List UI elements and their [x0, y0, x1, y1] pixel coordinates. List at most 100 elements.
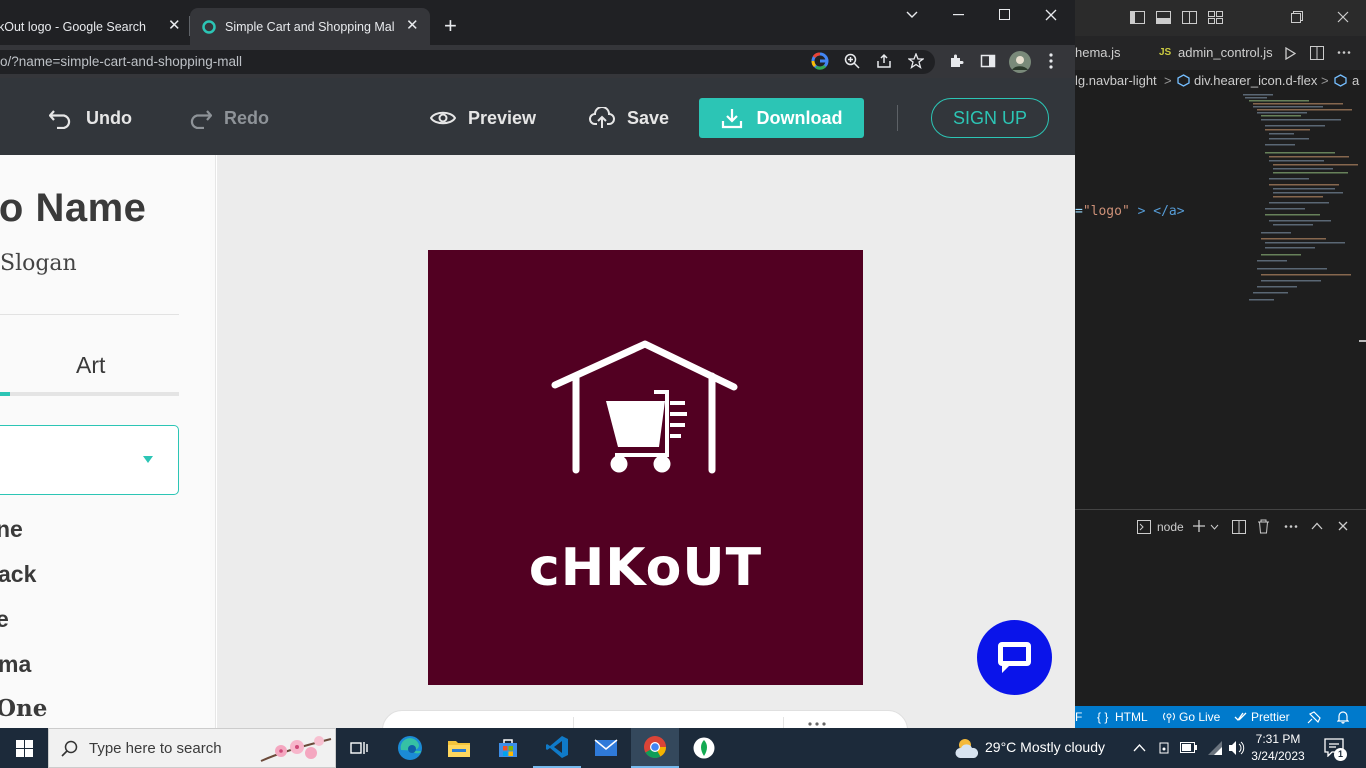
weather-cloud-icon[interactable]	[954, 736, 980, 760]
more-actions-icon[interactable]	[1284, 525, 1298, 528]
chevron-down-icon[interactable]	[1210, 524, 1219, 530]
close-icon[interactable]	[1337, 11, 1349, 23]
scrollbar-thumb[interactable]	[1359, 340, 1366, 342]
new-terminal-icon[interactable]	[1192, 519, 1206, 533]
vscode-window: hema.js JS admin_control.js lg.navbar-li…	[1075, 0, 1366, 728]
tab-search-icon[interactable]	[906, 10, 918, 20]
font-option[interactable]: ack	[0, 561, 36, 588]
system-clock[interactable]: 7:31 PM 3/24/2023	[1250, 731, 1306, 765]
download-button[interactable]: Download	[699, 98, 864, 138]
bell-icon[interactable]	[1337, 711, 1349, 724]
signup-button[interactable]: SIGN UP	[931, 98, 1049, 138]
go-live-button[interactable]: Go Live	[1179, 706, 1220, 728]
toggle-panel-icon[interactable]	[1156, 11, 1171, 24]
chat-button[interactable]	[977, 620, 1052, 695]
font-option[interactable]: ne	[0, 516, 23, 543]
code-string: "logo"	[1082, 204, 1130, 219]
split-terminal-icon[interactable]	[1232, 520, 1246, 534]
start-button[interactable]	[0, 728, 48, 768]
task-view-icon[interactable]	[336, 728, 384, 768]
slogan-preview[interactable]: Slogan	[0, 251, 77, 276]
new-tab-button[interactable]: +	[444, 15, 457, 37]
store-icon[interactable]	[484, 728, 532, 768]
preview-button[interactable]: Preview	[430, 100, 536, 136]
run-icon[interactable]	[1285, 47, 1296, 60]
undo-button[interactable]: Undo	[49, 100, 132, 136]
trash-icon[interactable]	[1257, 519, 1270, 534]
code-close: > </a>	[1137, 204, 1185, 219]
tab-art[interactable]: Art	[76, 352, 105, 379]
close-icon[interactable]	[1045, 9, 1057, 21]
terminal-label[interactable]: node	[1157, 520, 1184, 534]
editor-toolbar	[0, 78, 1075, 155]
logo-name-preview[interactable]: go Name	[0, 186, 146, 231]
zoom-icon[interactable]	[844, 53, 860, 69]
more-actions-icon[interactable]	[1337, 51, 1351, 54]
google-lens-icon[interactable]	[811, 52, 829, 70]
wifi-icon[interactable]	[1206, 739, 1222, 755]
taskbar-search-box[interactable]: Type here to search	[48, 728, 336, 768]
canvas-bottom-bar[interactable]	[382, 710, 908, 728]
bookmark-star-icon[interactable]	[908, 53, 924, 69]
editor-tab[interactable]: hema.js	[1075, 36, 1121, 70]
editor-tab[interactable]: admin_control.js	[1178, 36, 1273, 70]
panel-divider	[0, 314, 179, 315]
address-bar-row: o/?name=simple-cart-and-shopping-mall	[0, 45, 1075, 78]
tab-title: Simple Cart and Shopping Mall L	[225, 19, 395, 34]
close-icon[interactable]	[1338, 521, 1348, 531]
split-editor-icon[interactable]	[1310, 46, 1324, 60]
eol-indicator[interactable]: F	[1075, 706, 1082, 728]
language-mode[interactable]: HTML	[1115, 706, 1148, 728]
tab-close-icon[interactable]: ✕	[168, 18, 181, 33]
font-option[interactable]: ma	[0, 651, 31, 678]
toggle-secondary-sidebar-icon[interactable]	[1182, 11, 1197, 24]
toggle-sidebar-icon[interactable]	[1130, 11, 1145, 24]
font-option[interactable]: One	[0, 695, 47, 722]
save-button[interactable]: Save	[589, 100, 669, 136]
prettier-status[interactable]: Prettier	[1251, 706, 1290, 728]
profile-avatar[interactable]	[1009, 51, 1031, 73]
broadcast-icon	[1163, 711, 1175, 723]
breadcrumb-item[interactable]: div.hearer_icon.d-flex	[1194, 70, 1317, 92]
tab-close-icon[interactable]: ✕	[406, 18, 419, 33]
meet-now-icon[interactable]	[1157, 740, 1171, 756]
maximize-icon[interactable]	[999, 9, 1010, 20]
minimize-icon[interactable]	[953, 14, 964, 16]
signup-label: SIGN UP	[952, 107, 1027, 128]
js-file-icon: JS	[1159, 47, 1172, 58]
chat-bubble-icon	[996, 639, 1033, 676]
font-option[interactable]: e	[0, 606, 9, 633]
side-panel-icon[interactable]	[980, 53, 996, 69]
mongodb-compass-icon[interactable]	[680, 728, 728, 768]
battery-icon[interactable]	[1180, 742, 1198, 753]
file-explorer-icon[interactable]	[435, 728, 483, 768]
caret-down-icon[interactable]	[143, 456, 153, 463]
terminal-panel: node	[1075, 509, 1366, 728]
tab-google-search[interactable]: kOut logo - Google Search	[0, 8, 190, 45]
more-menu-icon[interactable]	[1049, 53, 1053, 69]
extensions-icon[interactable]	[948, 53, 964, 69]
breadcrumb-item[interactable]: a	[1352, 70, 1359, 92]
more-dots-icon[interactable]	[808, 722, 826, 726]
bar-divider	[573, 717, 574, 728]
customize-layout-icon[interactable]	[1208, 11, 1223, 24]
restore-icon[interactable]	[1291, 11, 1303, 23]
chevron-up-icon[interactable]	[1311, 522, 1323, 530]
minimap[interactable]	[1235, 92, 1360, 307]
address-input[interactable]: o/?name=simple-cart-and-shopping-mall	[0, 50, 935, 74]
redo-button[interactable]: Redo	[187, 100, 269, 136]
weather-text[interactable]: 29°C Mostly cloudy	[985, 739, 1105, 755]
chevron-up-icon[interactable]	[1133, 743, 1146, 752]
feedback-icon[interactable]	[1307, 711, 1321, 724]
code-line[interactable]: ="logo" > </a>	[1075, 204, 1185, 219]
logo-preview-card[interactable]	[428, 250, 863, 685]
tab-logo-editor[interactable]: Simple Cart and Shopping Mall L	[190, 8, 430, 45]
clock-time: 7:31 PM	[1255, 732, 1301, 746]
share-icon[interactable]	[876, 53, 892, 69]
chrome-taskbar-icon[interactable]	[631, 728, 679, 768]
vscode-taskbar-icon[interactable]	[533, 728, 581, 768]
mail-icon[interactable]	[582, 728, 630, 768]
edge-icon[interactable]	[386, 728, 434, 768]
volume-icon[interactable]	[1228, 740, 1246, 756]
breadcrumb-item[interactable]: lg.navbar-light	[1075, 70, 1157, 92]
